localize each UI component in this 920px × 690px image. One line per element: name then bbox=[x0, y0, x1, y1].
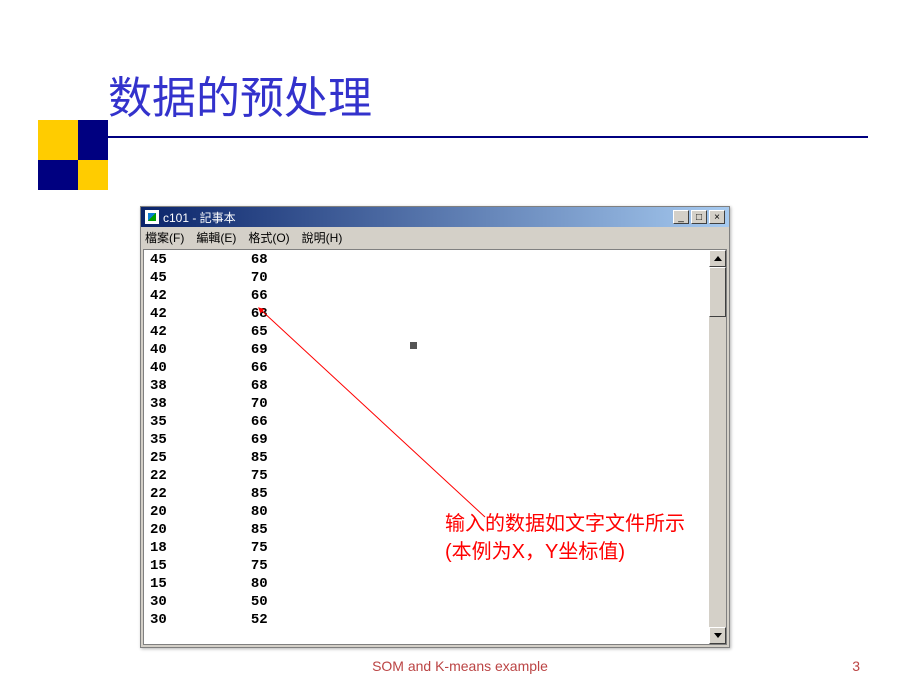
page-number: 3 bbox=[852, 658, 860, 674]
chevron-down-icon bbox=[714, 633, 722, 638]
notepad-window: c101 - 記事本 _ □ × 檔案(F) 編輯(E) 格式(O) 說明(H)… bbox=[140, 206, 730, 648]
callout-text: 输入的数据如文字文件所示 (本例为X，Y坐标值) bbox=[445, 510, 685, 566]
footer-text: SOM and K-means example bbox=[0, 658, 920, 674]
close-button[interactable]: × bbox=[709, 210, 725, 224]
horizontal-rule bbox=[108, 136, 868, 138]
slide-title: 数据的预处理 bbox=[108, 62, 372, 126]
scroll-thumb[interactable] bbox=[709, 267, 726, 317]
minimize-button[interactable]: _ bbox=[673, 210, 689, 224]
bullet-icon bbox=[410, 342, 417, 349]
editor-content[interactable]: 45 68 45 70 42 66 42 68 42 65 40 69 40 6… bbox=[144, 250, 709, 644]
scroll-down-button[interactable] bbox=[709, 627, 726, 644]
menu-file[interactable]: 檔案(F) bbox=[145, 229, 184, 246]
callout-line: 输入的数据如文字文件所示 bbox=[445, 510, 685, 538]
decoration-square bbox=[38, 120, 78, 160]
decoration-square bbox=[38, 160, 78, 190]
menu-edit[interactable]: 編輯(E) bbox=[196, 229, 236, 246]
maximize-button[interactable]: □ bbox=[691, 210, 707, 224]
callout-line: (本例为X，Y坐标值) bbox=[445, 538, 685, 566]
menu-help[interactable]: 說明(H) bbox=[302, 229, 343, 246]
scroll-up-button[interactable] bbox=[709, 250, 726, 267]
vertical-scrollbar[interactable] bbox=[709, 250, 726, 644]
chevron-up-icon bbox=[714, 256, 722, 261]
menubar: 檔案(F) 編輯(E) 格式(O) 說明(H) bbox=[141, 227, 729, 247]
menu-format[interactable]: 格式(O) bbox=[248, 229, 289, 246]
titlebar-text: c101 - 記事本 bbox=[163, 209, 236, 226]
editor-wrap: 45 68 45 70 42 66 42 68 42 65 40 69 40 6… bbox=[143, 249, 727, 645]
notepad-icon bbox=[145, 210, 159, 224]
titlebar[interactable]: c101 - 記事本 _ □ × bbox=[141, 207, 729, 227]
decoration-square bbox=[78, 120, 108, 160]
decoration-square bbox=[78, 160, 108, 190]
